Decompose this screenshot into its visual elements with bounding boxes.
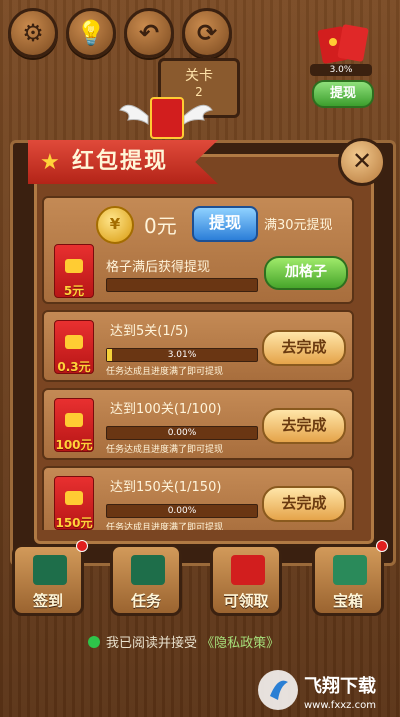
top-progress-bar: 3.0%	[310, 64, 372, 76]
watermark-url: www.fxxz.com	[304, 700, 376, 711]
balance-card: ¥ 0元 提现 满30元提现 5元 格子满后获得提现 加格子	[42, 196, 354, 304]
task-card: 100元 达到100关(1/100) 0.00% 任务达成且进度满了即可提现 去…	[42, 388, 354, 460]
nav-label: 可领取	[223, 592, 269, 610]
nav-checkin[interactable]: 签到	[12, 544, 84, 616]
nav-treasure[interactable]: 宝箱	[312, 544, 384, 616]
go-complete-button[interactable]: 去完成	[262, 330, 346, 366]
checkbox-icon[interactable]	[88, 636, 100, 648]
task-note: 任务达成且进度满了即可提现	[106, 367, 224, 377]
top-progress-text: 3.0%	[329, 65, 353, 75]
task-note: 任务达成且进度满了即可提现	[106, 445, 224, 455]
close-button[interactable]: ✕	[338, 138, 386, 186]
star-icon: ★	[40, 150, 60, 175]
balance-amount: 0元	[144, 214, 177, 238]
task-title: 达到100关(1/100)	[110, 402, 222, 417]
agreement-text: 我已阅读并接受	[106, 636, 198, 651]
withdraw-button[interactable]: 提现	[192, 206, 258, 242]
red-envelope-icon: 150元	[54, 476, 94, 530]
settings-gear-button[interactable]: ⚙	[8, 8, 58, 58]
go-complete-button[interactable]: 去完成	[262, 486, 346, 522]
list-icon	[131, 555, 165, 585]
nav-claimable[interactable]: 可领取	[210, 544, 282, 616]
red-envelope-icon: 0.3元	[54, 320, 94, 374]
task-title: 达到5关(1/5)	[110, 324, 189, 339]
watermark-brand: 飞翔下载	[304, 675, 376, 697]
privacy-agreement[interactable]: 我已阅读并接受 《隐私政策》	[88, 632, 279, 651]
privacy-policy-link[interactable]: 《隐私政策》	[201, 636, 279, 651]
nav-label: 签到	[32, 592, 63, 610]
gear-icon: ⚙	[22, 19, 44, 47]
task-progress-text: 3.01%	[167, 350, 197, 360]
envelope-amount: 0.3元	[57, 360, 91, 374]
restart-button[interactable]: ⟳	[182, 8, 232, 58]
task-card: 150元 达到150关(1/150) 0.00% 任务达成且进度满了即可提现 去…	[42, 466, 354, 530]
modal-scroll-area[interactable]: ¥ 0元 提现 满30元提现 5元 格子满后获得提现 加格子 0.3元 达到5关…	[42, 192, 356, 530]
lightbulb-icon: 💡	[76, 19, 106, 47]
undo-button[interactable]: ↶	[124, 8, 174, 58]
envelope-amount: 100元	[55, 438, 93, 452]
calendar-check-icon	[33, 555, 67, 585]
grid-progress-bar	[106, 278, 258, 292]
treasure-chest-icon	[333, 555, 367, 585]
red-envelope-icon: 100元	[54, 398, 94, 452]
nav-label: 任务	[130, 592, 161, 610]
red-envelope-stack-icon[interactable]	[316, 22, 370, 64]
watermark-logo: 飞翔下载 www.fxxz.com	[258, 670, 376, 711]
red-envelope-icon: 5元	[54, 244, 94, 298]
task-progress-text: 0.00%	[167, 428, 197, 438]
nav-tasks[interactable]: 任务	[110, 544, 182, 616]
task-progress-bar: 3.01%	[106, 348, 258, 362]
red-envelope-icon[interactable]	[150, 97, 184, 139]
task-title: 达到150关(1/150)	[110, 480, 222, 495]
grid-label: 格子满后获得提现	[106, 260, 211, 275]
task-progress-bar: 0.00%	[106, 504, 258, 518]
hint-button[interactable]: 💡	[66, 8, 116, 58]
add-grid-button[interactable]: 加格子	[264, 256, 348, 290]
withdraw-threshold-text: 满30元提现	[264, 218, 333, 233]
task-progress-text: 0.00%	[167, 506, 197, 516]
go-complete-button[interactable]: 去完成	[262, 408, 346, 444]
envelope-amount: 5元	[63, 284, 85, 298]
notification-dot	[76, 540, 88, 552]
level-label: 关卡	[185, 68, 213, 84]
undo-arrow-icon: ↶	[138, 19, 160, 47]
red-envelope-icon	[231, 555, 265, 585]
task-card: 0.3元 达到5关(1/5) 3.01% 任务达成且进度满了即可提现 去完成	[42, 310, 354, 382]
nav-label: 宝箱	[332, 592, 363, 610]
envelope-amount: 150元	[55, 516, 93, 530]
notification-dot	[376, 540, 388, 552]
refresh-icon: ⟳	[196, 19, 218, 47]
task-note: 任务达成且进度满了即可提现	[106, 523, 224, 530]
coin-icon: ¥	[96, 206, 134, 244]
top-withdraw-button[interactable]: 提现	[312, 80, 374, 108]
task-progress-bar: 0.00%	[106, 426, 258, 440]
